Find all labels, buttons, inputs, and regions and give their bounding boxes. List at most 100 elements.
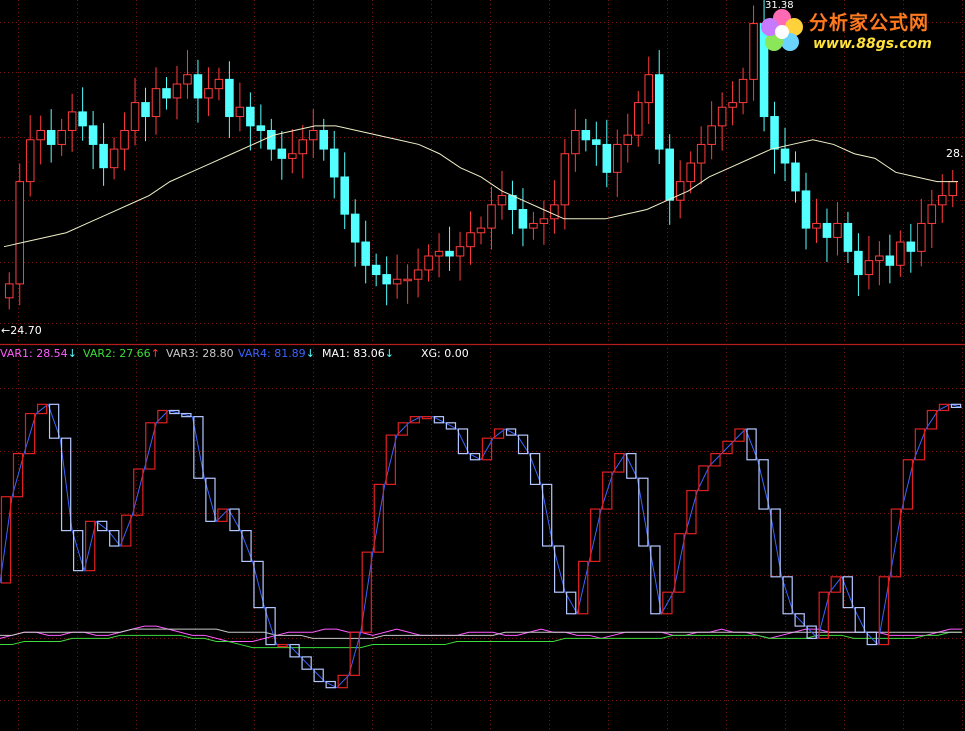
candlestick xyxy=(927,189,937,249)
candle-body xyxy=(728,102,737,108)
candlestick xyxy=(392,254,402,299)
candle-body xyxy=(822,222,832,238)
candlestick xyxy=(592,121,601,166)
candle-body xyxy=(560,153,570,206)
candle-body xyxy=(665,148,674,201)
candle-body xyxy=(906,241,916,252)
candlestick xyxy=(288,129,297,174)
candlestick xyxy=(738,67,748,115)
candle-body xyxy=(214,78,224,90)
candlestick xyxy=(487,186,496,250)
candlestick xyxy=(696,126,706,185)
legend-var2: VAR2: 27.66↑ xyxy=(83,347,160,360)
candle-body xyxy=(896,241,905,266)
candle-body xyxy=(403,278,412,282)
candle-body xyxy=(508,195,517,211)
candlestick xyxy=(298,124,308,179)
candlestick xyxy=(99,123,108,186)
candle-body xyxy=(738,78,748,104)
candle-body xyxy=(382,274,391,285)
candlestick xyxy=(791,151,800,203)
candle-body xyxy=(854,250,863,276)
legend-var4-label: VAR4: 81.89 xyxy=(238,347,306,360)
candlestick xyxy=(151,67,161,135)
candlestick xyxy=(801,172,811,250)
series-var2 xyxy=(0,631,962,649)
candle-body xyxy=(707,125,716,145)
candle-body xyxy=(592,139,601,145)
candlestick xyxy=(665,134,674,225)
legend-var2-label: VAR2: 27.66 xyxy=(83,347,151,360)
candle-body xyxy=(602,143,612,173)
legend-ma1-label: MA1: 83.06 xyxy=(322,347,385,360)
candle-body xyxy=(319,129,329,150)
candlestick xyxy=(864,236,874,290)
oscillator-bar xyxy=(277,643,288,648)
candlestick xyxy=(854,233,863,296)
candle-body xyxy=(864,260,874,276)
candlestick xyxy=(654,50,664,164)
candle-body xyxy=(875,255,884,262)
candlestick xyxy=(644,56,654,124)
candlestick xyxy=(46,109,56,163)
candlestick xyxy=(424,244,433,282)
candle-body xyxy=(654,74,664,150)
candlestick xyxy=(948,170,958,208)
candle-body xyxy=(183,74,192,85)
candle-body xyxy=(235,106,245,118)
legend-xg-label: XG: 0.00 xyxy=(421,347,469,360)
candle-body xyxy=(466,232,475,248)
candle-body xyxy=(613,143,622,173)
candle-body xyxy=(204,88,213,99)
candlestick xyxy=(413,248,423,298)
candle-body xyxy=(99,143,108,169)
candle-body xyxy=(487,204,496,229)
candle-body xyxy=(141,102,150,118)
candlestick xyxy=(329,130,339,199)
candlestick xyxy=(896,230,905,277)
candlestick xyxy=(361,220,370,284)
legend-var3: VAR3: 28.80 xyxy=(166,347,234,360)
candle-body xyxy=(413,269,423,280)
candle-body xyxy=(571,129,580,155)
candlestick xyxy=(371,253,381,287)
candlestick xyxy=(518,188,528,247)
candle-body xyxy=(193,74,203,99)
candle-body xyxy=(917,222,926,252)
candle-body xyxy=(938,195,947,206)
candlestick xyxy=(4,272,14,310)
candle-body xyxy=(833,222,842,238)
candlestick xyxy=(717,92,727,151)
candlestick xyxy=(560,138,570,230)
candlestick xyxy=(633,90,643,147)
candle-body xyxy=(644,74,654,104)
candlestick xyxy=(833,202,842,256)
candlestick xyxy=(172,65,182,120)
candlestick xyxy=(822,208,832,263)
candlestick xyxy=(917,198,926,267)
candle-body xyxy=(88,125,98,145)
candle-body xyxy=(927,204,937,224)
candlestick xyxy=(906,223,916,273)
candle-body xyxy=(308,129,318,141)
candlestick xyxy=(319,118,329,161)
candlestick xyxy=(204,67,213,117)
candlestick xyxy=(340,152,349,230)
candle-body xyxy=(267,129,276,150)
candlestick xyxy=(843,211,853,263)
arrow-up-icon: ↑ xyxy=(150,347,160,360)
candle-body xyxy=(340,176,349,215)
legend-var3-label: VAR3: 28.80 xyxy=(166,347,234,360)
chart-canvas[interactable]: 31.38 ←24.70 28. xyxy=(0,0,965,731)
candle-body xyxy=(350,213,360,243)
price-right-label: 28. xyxy=(946,147,964,160)
candle-body xyxy=(445,250,454,257)
candle-body xyxy=(801,190,811,229)
candlestick xyxy=(675,160,685,219)
candle-body xyxy=(298,139,308,155)
candle-body xyxy=(885,255,895,266)
arrow-down-icon: ↓ xyxy=(384,347,394,360)
candle-body xyxy=(623,134,633,145)
candle-body xyxy=(948,181,958,197)
candlestick xyxy=(602,119,612,188)
